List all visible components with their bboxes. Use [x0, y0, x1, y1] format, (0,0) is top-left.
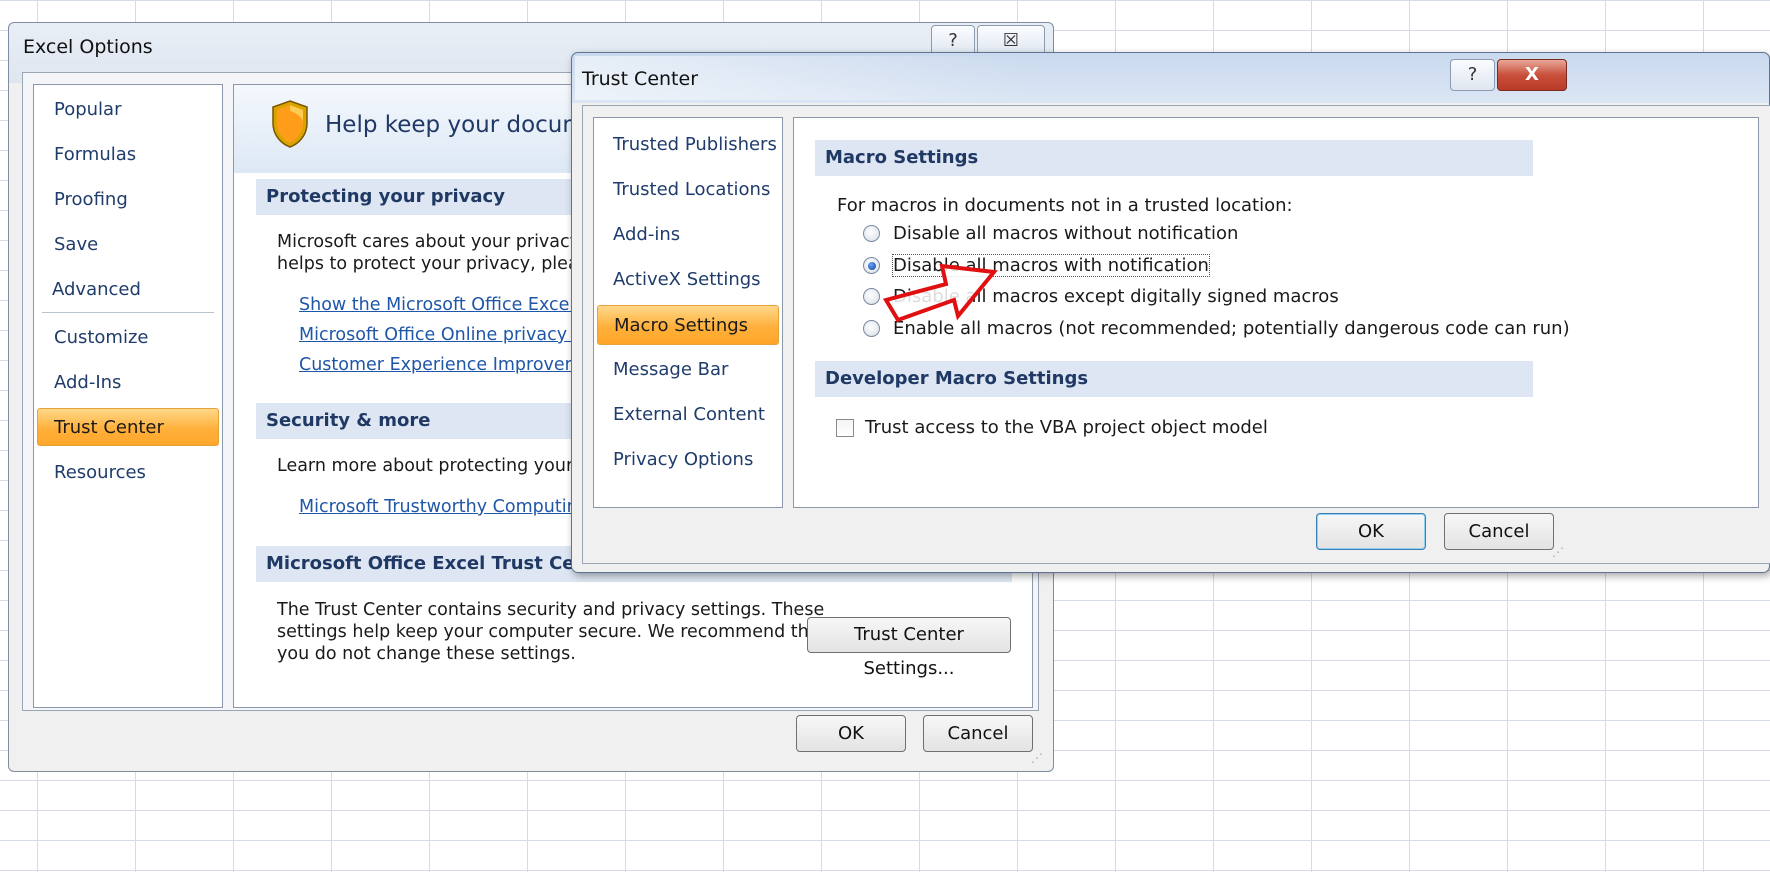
- macro-intro-text: For macros in documents not in a trusted…: [837, 195, 1293, 216]
- help-button[interactable]: ?: [1450, 59, 1495, 91]
- privacy-link-show-statement[interactable]: Show the Microsoft Office Excel pri: [299, 295, 603, 315]
- sidebar-item-popular[interactable]: Popular: [38, 91, 218, 129]
- trust-center-dialog: Trust Center ? X Trusted Publishers Trus…: [571, 52, 1770, 573]
- sidebar-item-save[interactable]: Save: [38, 226, 218, 264]
- vba-access-label[interactable]: Trust access to the VBA project object m…: [865, 417, 1268, 438]
- sidebar-item-add-ins[interactable]: Add-Ins: [38, 364, 218, 402]
- privacy-text-line1: Microsoft cares about your privacy. Fo: [277, 232, 609, 252]
- option-label-disable-no-notification[interactable]: Disable all macros without notification: [893, 223, 1238, 244]
- privacy-link-ceip[interactable]: Customer Experience Improvement: [299, 355, 610, 375]
- sidebar-item-trusted-publishers[interactable]: Trusted Publishers: [597, 126, 779, 164]
- close-icon: X: [1525, 64, 1539, 85]
- sidebar-item-proofing[interactable]: Proofing: [38, 181, 218, 219]
- security-text: Learn more about protecting your priv: [277, 456, 613, 476]
- trustworthy-computing-link[interactable]: Microsoft Trustworthy Computing: [299, 497, 589, 517]
- dialog-title: Excel Options: [23, 36, 153, 58]
- dialog-title: Trust Center: [582, 68, 699, 90]
- sidebar-item-trust-center[interactable]: Trust Center: [37, 408, 219, 446]
- sidebar-item-activex-settings[interactable]: ActiveX Settings: [597, 261, 779, 299]
- sidebar-item-formulas[interactable]: Formulas: [38, 136, 218, 174]
- privacy-link-online-statement[interactable]: Microsoft Office Online privacy stat: [299, 325, 606, 345]
- sidebar-item-message-bar[interactable]: Message Bar: [597, 351, 779, 389]
- macro-settings-heading: Macro Settings: [815, 140, 1533, 176]
- help-icon: ?: [1467, 64, 1478, 85]
- ok-button[interactable]: OK: [1316, 513, 1426, 550]
- trust-center-settings-button[interactable]: Trust Center Settings...: [807, 617, 1011, 679]
- sidebar-item-resources[interactable]: Resources: [38, 454, 218, 492]
- close-button[interactable]: X: [1497, 59, 1567, 91]
- privacy-text-line2: helps to protect your privacy, please s: [277, 254, 614, 274]
- cancel-button[interactable]: Cancel: [1444, 513, 1554, 550]
- radio-disable-no-notification[interactable]: [863, 225, 880, 242]
- trust-center-text-line1: The Trust Center contains security and p…: [277, 600, 825, 620]
- help-icon: ?: [948, 30, 958, 51]
- sidebar-item-privacy-options[interactable]: Privacy Options: [597, 441, 779, 479]
- radio-disable-except-signed[interactable]: [863, 288, 880, 305]
- sidebar-item-external-content[interactable]: External Content: [597, 396, 779, 434]
- sidebar-item-trusted-locations[interactable]: Trusted Locations: [597, 171, 779, 209]
- close-icon: ☒: [1002, 30, 1020, 51]
- cancel-button[interactable]: Cancel: [923, 715, 1033, 752]
- sidebar-item-add-ins[interactable]: Add-ins: [597, 216, 779, 254]
- sidebar-item-macro-settings[interactable]: Macro Settings: [597, 305, 779, 345]
- radio-enable-all[interactable]: [863, 320, 880, 337]
- shield-icon: [272, 100, 308, 148]
- red-arrow-icon: [882, 263, 998, 323]
- sidebar-divider: [42, 312, 214, 313]
- vba-access-checkbox[interactable]: [836, 419, 854, 437]
- sidebar-item-advanced[interactable]: Advanced: [36, 271, 216, 309]
- sidebar-item-customize[interactable]: Customize: [38, 319, 218, 357]
- trust-center-sidebar: Trusted Publishers Trusted Locations Add…: [593, 117, 783, 508]
- resize-grip[interactable]: ⋰: [1552, 545, 1564, 559]
- ok-button[interactable]: OK: [796, 715, 906, 752]
- trust-center-text-line3: you do not change these settings.: [277, 644, 576, 664]
- options-sidebar: Popular Formulas Proofing Save Advanced …: [33, 84, 223, 708]
- resize-grip[interactable]: ⋰: [1031, 751, 1043, 765]
- trust-center-text-line2: settings help keep your computer secure.…: [277, 622, 827, 642]
- developer-macro-heading: Developer Macro Settings: [815, 361, 1533, 397]
- radio-disable-with-notification[interactable]: [863, 257, 880, 274]
